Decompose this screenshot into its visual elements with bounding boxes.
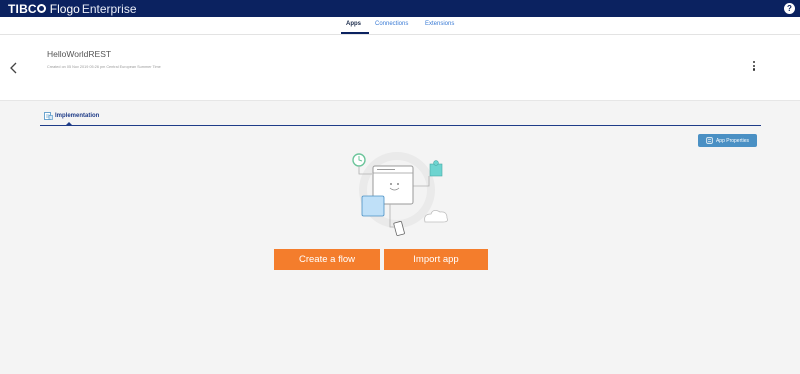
tab-implementation-label: Implementation: [55, 113, 100, 119]
chevron-left-icon: [10, 62, 17, 74]
settings-icon: [706, 137, 713, 144]
folder-icon: [361, 195, 385, 217]
active-tab-caret: [66, 122, 72, 125]
empty-state-illustration: [352, 152, 448, 236]
app-properties-button[interactable]: App Properties: [698, 134, 757, 147]
tab-divider: [40, 125, 761, 126]
app-properties-label: App Properties: [715, 137, 750, 144]
tab-connections[interactable]: Connections: [375, 21, 408, 27]
implementation-icon: [44, 112, 53, 120]
app-created-date: Created on 05 Nov 2019 05:26 pm Central …: [47, 65, 161, 69]
tibco-logo-icon: [36, 4, 46, 13]
brand-tibco: TIBC: [8, 1, 37, 16]
active-tab-indicator: [341, 32, 369, 34]
brand-logo[interactable]: TIBC Flogo Enterprise: [8, 1, 137, 16]
tab-implementation[interactable]: Implementation: [44, 112, 99, 120]
puzzle-icon: [429, 160, 443, 177]
app-name: HelloWorldREST: [47, 49, 112, 59]
create-flow-button[interactable]: Create a flow: [274, 249, 380, 270]
tab-extensions[interactable]: Extensions: [425, 21, 454, 27]
app-header: HelloWorldREST Created on 05 Nov 2019 05…: [0, 35, 800, 101]
brand-edition: Enterprise: [81, 1, 137, 16]
brand-bar: TIBC Flogo Enterprise ?: [0, 0, 800, 17]
main-nav: Apps Connections Extensions: [0, 17, 800, 35]
back-button[interactable]: [8, 60, 20, 76]
brand-flogo: Flogo: [49, 1, 80, 16]
import-app-button[interactable]: Import app: [384, 249, 488, 270]
clock-icon: [352, 153, 366, 167]
help-icon[interactable]: ?: [784, 3, 795, 14]
tab-apps[interactable]: Apps: [346, 21, 361, 27]
cloud-icon: [424, 210, 448, 223]
more-options-icon[interactable]: [751, 61, 757, 73]
